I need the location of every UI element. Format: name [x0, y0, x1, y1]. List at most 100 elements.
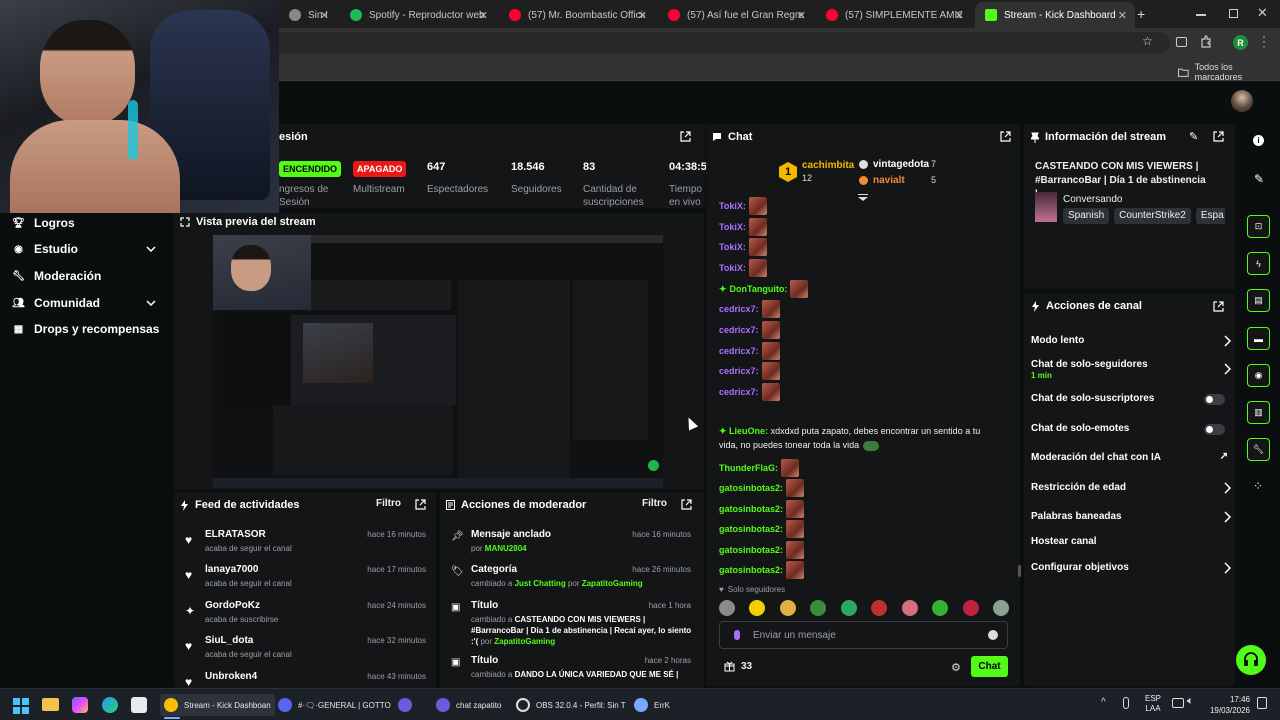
network-icon[interactable]	[1172, 698, 1184, 708]
sidebar-item[interactable]: ◉ Estudio	[12, 242, 162, 256]
mod-filter-button[interactable]: Filtro	[642, 498, 667, 509]
chat-username[interactable]: TokiX:	[719, 201, 746, 211]
chevron-down-icon[interactable]	[146, 246, 156, 252]
channel-action-item[interactable]: Restricción de edad	[1031, 482, 1231, 496]
info-icon[interactable]: i	[1253, 135, 1264, 146]
chat-message[interactable]: TokiX:	[719, 259, 767, 277]
tag-chip[interactable]: Espa	[1195, 208, 1225, 224]
quick-emote[interactable]	[779, 600, 796, 616]
channel-action-item[interactable]: Moderación del chat con IA ↗	[1031, 451, 1231, 466]
bookmark-star-icon[interactable]: ☆	[1142, 34, 1153, 48]
quick-emote[interactable]	[810, 600, 827, 616]
browser-tab[interactable]: Spotify - Reproductor web: mú✕	[340, 4, 496, 26]
chat-message[interactable]: gatosinbotas2:	[719, 561, 805, 579]
quick-emote[interactable]	[840, 600, 857, 616]
chat-username[interactable]: cedricx7:	[719, 366, 759, 376]
activity-item[interactable]: ✦ GordoPoKz acaba de suscribirse hace 24 mi…	[183, 600, 433, 634]
quick-emote[interactable]	[901, 600, 918, 616]
activity-filter-button[interactable]: Filtro	[376, 498, 401, 509]
scan-button[interactable]: ⊡	[1247, 215, 1270, 238]
chat-username[interactable]: ThunderFlaG:	[719, 463, 778, 473]
chat-message[interactable]: gatosinbotas2:	[719, 500, 805, 518]
collapse-arrow-icon[interactable]	[858, 197, 868, 201]
chevron-right-icon[interactable]	[1223, 511, 1231, 523]
chat-bubble-button[interactable]: ▬	[1247, 327, 1270, 350]
detail-highlight[interactable]: MANU2804	[485, 544, 527, 553]
emoji-picker-icon[interactable]	[988, 630, 998, 640]
channel-action-item[interactable]: Configurar objetivos	[1031, 562, 1231, 576]
quick-emote[interactable]	[871, 600, 888, 616]
taskbar-app[interactable]: #·🗨·GENERAL | GOTTO	[278, 694, 391, 716]
activity-item[interactable]: ♥ SiuL_dota acaba de seguir el canal hace 3…	[183, 635, 433, 669]
chat-message[interactable]: gatosinbotas2:	[719, 520, 805, 538]
collapse-icon[interactable]	[858, 194, 868, 195]
chat-message[interactable]: gatosinbotas2:	[719, 541, 805, 559]
wrench-button[interactable]: 🔧︎	[1247, 438, 1270, 461]
chat-username[interactable]: cedricx7:	[719, 387, 759, 397]
chat-settings-icon[interactable]: ⚙	[951, 661, 961, 674]
chat-scrollbar[interactable]	[1018, 565, 1021, 577]
new-tab-button[interactable]: +	[1137, 6, 1145, 22]
taskbar-app[interactable]: ErrK	[634, 694, 670, 716]
chevron-right-icon[interactable]	[1223, 482, 1231, 494]
leaderboard-entry[interactable]: navialt 5	[859, 175, 949, 187]
sidebar-item[interactable]: 👥︎ Comunidad	[12, 296, 162, 310]
clock[interactable]: 17:46 19/03/2026	[1205, 694, 1250, 716]
screenshot-icon[interactable]	[1176, 37, 1187, 47]
popout-icon[interactable]	[680, 131, 691, 142]
browser-tab[interactable]: Stream - Kick Dashboard ✕	[975, 2, 1135, 28]
close-window-icon[interactable]: ✕	[1257, 5, 1268, 21]
channel-action-item[interactable]: Chat de solo-suscriptores	[1031, 393, 1231, 407]
chat-message[interactable]: cedricx7:	[719, 383, 780, 401]
bolt-button[interactable]: ϟ	[1247, 252, 1270, 275]
mic-icon[interactable]	[734, 630, 740, 640]
close-tab-icon[interactable]: ✕	[955, 9, 964, 22]
detail-highlight[interactable]: ZapatitoGaming	[494, 637, 555, 646]
chat-username[interactable]: gatosinbotas2:	[719, 545, 783, 555]
popout-icon[interactable]	[1213, 301, 1224, 312]
browser-tab[interactable]: (57) SIMPLEMENTE AMIGOS &✕	[816, 4, 972, 26]
detail-highlight[interactable]: ZapatitoGaming	[582, 579, 643, 588]
popout-icon[interactable]	[1213, 131, 1224, 142]
chat-message[interactable]: cedricx7:	[719, 362, 780, 380]
close-tab-icon[interactable]: ✕	[1118, 9, 1127, 22]
taskbar-app[interactable]: chat zapatito	[436, 694, 501, 716]
notification-bell-icon[interactable]	[1257, 697, 1267, 709]
browser-tab[interactable]: Sin Mi | V✕	[279, 4, 337, 26]
apps-icon[interactable]: ⁘	[1253, 479, 1263, 493]
support-button[interactable]	[1236, 645, 1266, 675]
chat-message[interactable]: TokiX:	[719, 218, 767, 236]
chat-message[interactable]: ThunderFlaG:	[719, 459, 799, 477]
microphone-tray-icon[interactable]	[1123, 697, 1129, 709]
activity-item[interactable]: ♥ lanaya7000 acaba de seguir el canal hace …	[183, 564, 433, 598]
sidebar-item[interactable]: 🔧︎ Moderación	[12, 269, 162, 283]
channel-action-item[interactable]: Chat de solo-seguidores 1 min	[1031, 359, 1231, 381]
sidebar-item[interactable]: ▦ Drops y recompensas	[12, 322, 162, 336]
profile-avatar[interactable]: R	[1233, 35, 1248, 50]
chat-username[interactable]: gatosinbotas2:	[719, 524, 783, 534]
close-tab-icon[interactable]: ✕	[479, 9, 488, 22]
expand-icon[interactable]	[180, 217, 190, 227]
close-tab-icon[interactable]: ✕	[320, 9, 329, 22]
send-chat-button[interactable]: Chat	[971, 656, 1008, 677]
close-tab-icon[interactable]: ✕	[797, 9, 806, 22]
channel-action-item[interactable]: Modo lento	[1031, 335, 1231, 349]
chat-message[interactable]: gatosinbotas2:	[719, 479, 805, 497]
broadcast-button[interactable]: ◉	[1247, 364, 1270, 387]
quick-emote[interactable]	[932, 600, 949, 616]
edit-pencil-icon[interactable]: ✎	[1189, 130, 1198, 143]
chat-message[interactable]: TokiX:	[719, 238, 767, 256]
all-bookmarks-folder[interactable]: Todos los marcadores	[1178, 62, 1280, 82]
omnibox[interactable]	[270, 32, 1170, 53]
leaderboard-entry[interactable]: vintagedota 7	[859, 159, 949, 171]
external-link-icon[interactable]: ↗	[1220, 451, 1228, 462]
chevron-right-icon[interactable]	[1223, 562, 1231, 574]
edit-icon[interactable]: ✎	[1254, 172, 1264, 186]
popout-icon[interactable]	[681, 499, 692, 510]
channel-action-item[interactable]: Hostear canal	[1031, 536, 1231, 550]
chat-message[interactable]: ✦ DonTanguito:	[719, 280, 809, 298]
chat-username[interactable]: TokiX:	[719, 263, 746, 273]
tray-chevron-icon[interactable]: ^	[1101, 697, 1106, 708]
tag-chip[interactable]: CounterStrike2	[1114, 208, 1191, 224]
user-avatar[interactable]	[1231, 90, 1253, 112]
